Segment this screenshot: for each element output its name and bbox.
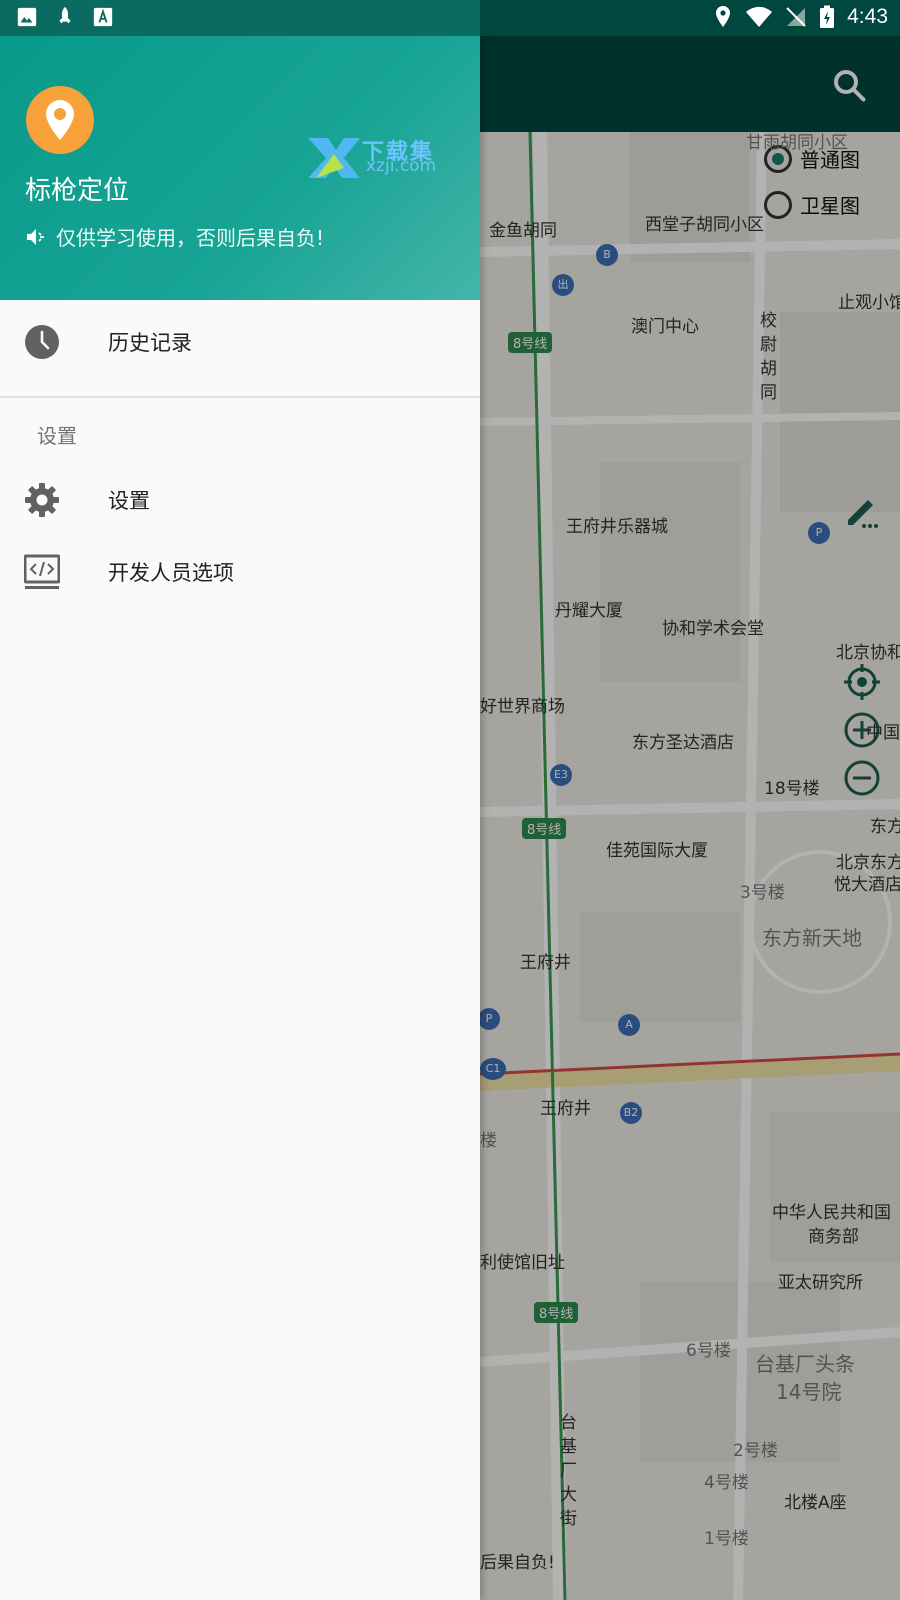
drawer-item-history[interactable]: 历史记录 bbox=[0, 306, 480, 378]
text-a-icon bbox=[93, 7, 113, 27]
gear-icon bbox=[25, 483, 59, 517]
image-icon bbox=[17, 7, 37, 27]
app-notice-text: 仅供学习使用，否则后果自负! bbox=[56, 226, 325, 250]
watermark-logo: 下载集 xzji.com bbox=[306, 134, 446, 180]
navigation-drawer: 标枪定位 仅供学习使用，否则后果自负! 下载集 xzji.com 历史记录 设置 bbox=[0, 36, 480, 1600]
app-notice: 仅供学习使用，否则后果自负! bbox=[24, 222, 324, 251]
drawer-item-developer-options[interactable]: 开发人员选项 bbox=[0, 536, 480, 608]
no-signal-icon bbox=[786, 7, 806, 27]
status-bar-right: 4:43 bbox=[713, 5, 888, 29]
rocket-icon bbox=[59, 6, 71, 24]
status-bar-left-icons bbox=[16, 6, 114, 28]
status-bar: 4:43 bbox=[0, 0, 900, 36]
battery-charging-icon bbox=[820, 5, 835, 28]
status-time: 4:43 bbox=[847, 5, 888, 28]
drawer-item-history-label: 历史记录 bbox=[108, 331, 192, 355]
drawer-item-settings-label: 设置 bbox=[108, 489, 150, 513]
drawer-section-title: 设置 bbox=[37, 424, 77, 448]
watermark-x-icon bbox=[308, 138, 360, 178]
wifi-icon bbox=[746, 6, 773, 27]
watermark-url: xzji.com bbox=[366, 156, 437, 176]
developer-code-icon bbox=[24, 554, 60, 589]
drawer-item-settings[interactable]: 设置 bbox=[0, 464, 480, 536]
drawer-item-developer-options-label: 开发人员选项 bbox=[108, 561, 234, 585]
clock-icon bbox=[25, 325, 59, 359]
volume-mute-icon bbox=[27, 228, 44, 245]
drawer-header: 标枪定位 仅供学习使用，否则后果自负! 下载集 xzji.com bbox=[0, 36, 480, 300]
location-pin-icon bbox=[46, 100, 74, 140]
location-icon bbox=[716, 6, 731, 27]
app-title: 标枪定位 bbox=[25, 176, 130, 206]
app-logo bbox=[26, 86, 94, 154]
drawer-divider bbox=[0, 396, 480, 398]
